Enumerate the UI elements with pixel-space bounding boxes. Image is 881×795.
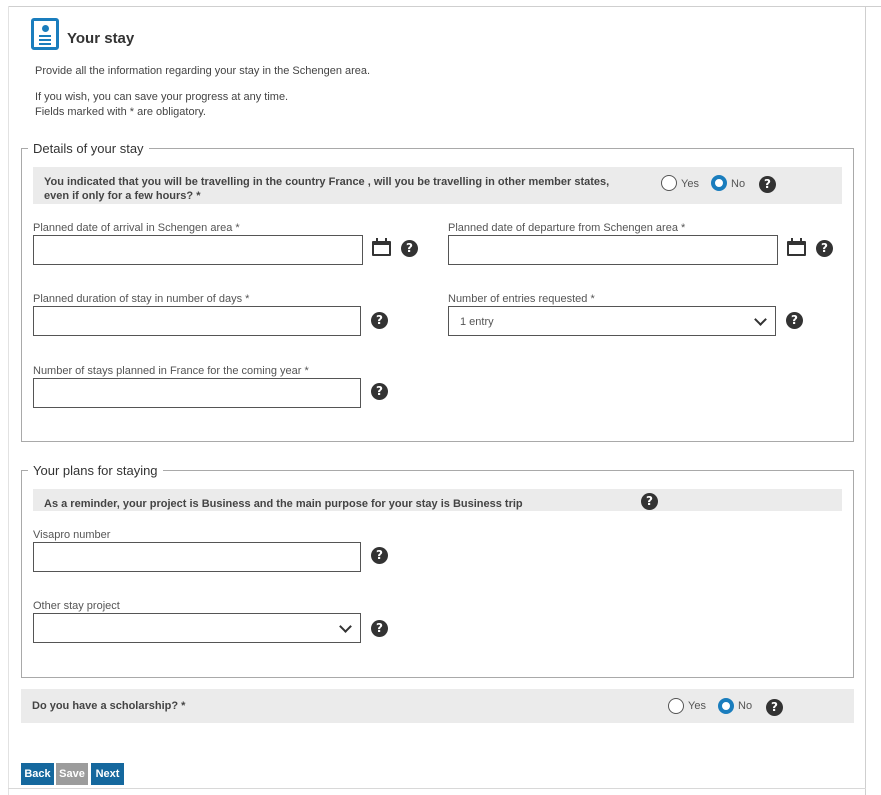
reminder-band: As a reminder, your project is Business … xyxy=(33,489,842,511)
stays-input[interactable] xyxy=(33,378,361,408)
details-legend: Details of your stay xyxy=(33,141,144,156)
left-border xyxy=(8,6,9,795)
page-title: Your stay xyxy=(67,30,135,47)
arrival-date-label: Planned date of arrival in Schengen area… xyxy=(33,222,240,234)
entries-select[interactable]: 1 entry xyxy=(448,306,776,336)
other-states-yes-radio[interactable] xyxy=(661,175,677,191)
arrival-calendar-icon[interactable] xyxy=(372,238,391,256)
visapro-input[interactable] xyxy=(33,542,361,572)
back-button[interactable]: Back xyxy=(21,763,54,785)
bottom-border xyxy=(8,788,866,789)
entries-select-value: 1 entry xyxy=(460,316,494,328)
departure-date-input[interactable] xyxy=(448,235,778,265)
other-states-no-label[interactable]: No xyxy=(731,178,745,190)
other-project-help-icon[interactable]: ? xyxy=(371,620,388,637)
other-states-no-radio[interactable] xyxy=(711,175,727,191)
scholarship-yes-radio[interactable] xyxy=(668,698,684,714)
stays-help-icon[interactable]: ? xyxy=(371,383,388,400)
plans-legend: Your plans for staying xyxy=(33,463,158,478)
scholarship-question: Do you have a scholarship? * xyxy=(32,700,186,712)
document-icon xyxy=(31,18,59,50)
obligatory-hint-text: Fields marked with * are obligatory. xyxy=(35,106,206,118)
stays-label: Number of stays planned in France for th… xyxy=(33,365,309,377)
scholarship-no-radio[interactable] xyxy=(718,698,734,714)
departure-calendar-icon[interactable] xyxy=(787,238,806,256)
arrival-help-icon[interactable]: ? xyxy=(401,240,418,257)
other-project-select[interactable] xyxy=(33,613,361,643)
other-states-yes-label[interactable]: Yes xyxy=(681,178,699,190)
visapro-label: Visapro number xyxy=(33,529,111,541)
entries-label: Number of entries requested * xyxy=(448,293,595,305)
departure-date-label: Planned date of departure from Schengen … xyxy=(448,222,686,234)
departure-help-icon[interactable]: ? xyxy=(816,240,833,257)
entries-help-icon[interactable]: ? xyxy=(786,312,803,329)
save-button[interactable]: Save xyxy=(56,763,88,785)
next-button[interactable]: Next xyxy=(91,763,124,785)
right-border xyxy=(865,6,866,795)
reminder-text: As a reminder, your project is Business … xyxy=(44,498,523,510)
other-states-question-line2: even if only for a few hours? * xyxy=(44,190,201,202)
chevron-down-icon xyxy=(339,620,352,633)
other-states-help-icon[interactable]: ? xyxy=(759,176,776,193)
duration-label: Planned duration of stay in number of da… xyxy=(33,293,250,305)
other-project-label: Other stay project xyxy=(33,600,120,612)
reminder-help-icon[interactable]: ? xyxy=(641,493,658,510)
arrival-date-input[interactable] xyxy=(33,235,363,265)
duration-input[interactable] xyxy=(33,306,361,336)
intro-text: Provide all the information regarding yo… xyxy=(35,65,371,77)
scholarship-yes-label[interactable]: Yes xyxy=(688,700,706,712)
chevron-down-icon xyxy=(754,313,767,326)
other-states-question-line1: You indicated that you will be travellin… xyxy=(44,176,610,188)
duration-help-icon[interactable]: ? xyxy=(371,312,388,329)
scholarship-no-label[interactable]: No xyxy=(738,700,752,712)
visapro-help-icon[interactable]: ? xyxy=(371,547,388,564)
save-hint-text: If you wish, you can save your progress … xyxy=(35,91,289,103)
top-border xyxy=(8,6,881,7)
scholarship-help-icon[interactable]: ? xyxy=(766,699,783,716)
